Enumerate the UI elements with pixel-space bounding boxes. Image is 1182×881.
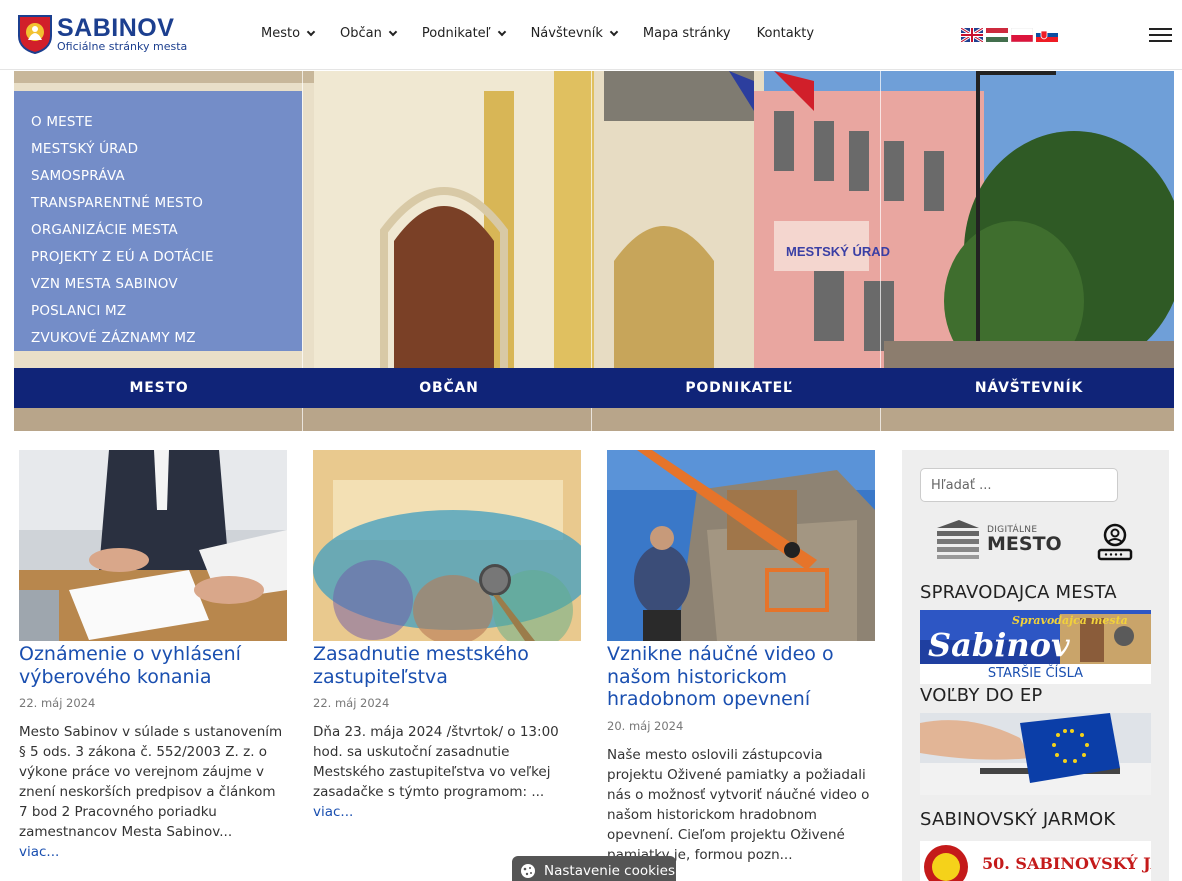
nav-item-mapa-stranky[interactable]: Mapa stránky [643, 26, 731, 41]
article-image-business[interactable] [19, 450, 287, 641]
article-date: 22. máj 2024 [313, 696, 390, 710]
newsletter-banner[interactable]: Sabinov Spravodajca mesta [920, 610, 1151, 664]
gb-flag-icon[interactable] [961, 28, 983, 42]
chevron-down-icon [609, 27, 619, 37]
article-more-link[interactable]: viac... [313, 802, 581, 822]
chevron-down-icon [497, 27, 506, 37]
hero-category-bar: MESTO OBČAN PODNIKATEĽ NÁVŠTEVNÍK [14, 368, 1174, 408]
nav-label: Mesto [261, 26, 301, 41]
nav-item-navstevnik[interactable]: Návštevník [530, 26, 619, 41]
hero-side-menu: O MESTE MESTSKÝ ÚRAD SAMOSPRÁVA TRANSPAR… [14, 91, 302, 351]
hero-tab-obcan[interactable]: OBČAN [304, 368, 594, 408]
side-menu-item-projekty-z-eu[interactable]: PROJEKTY Z EÚ A DOTÁCIE [14, 248, 302, 275]
nav-label: Kontakty [756, 26, 815, 41]
article-excerpt: Mesto Sabinov v súlade s ustanovením § 5… [19, 724, 283, 840]
newsletter-heading: SPRAVODAJCA MESTA [920, 582, 1117, 603]
newsletter-banner-subtitle: Spravodajca mesta [1012, 614, 1128, 627]
digital-mesto-icon [937, 520, 979, 559]
main-nav: Mesto Občan Podnikateľ Návštevník Mapa s… [261, 26, 840, 41]
news-article: Vznikne náučné video o našom historickom… [607, 450, 875, 865]
hero-tab-navstevnik[interactable]: NÁVŠTEVNÍK [884, 368, 1174, 408]
elections-heading: VOĽBY DO EP [920, 685, 1043, 706]
older-issues-link[interactable]: STARŠIE ČÍSLA [920, 664, 1151, 684]
fair-banner[interactable]: 50. SABINOVSKÝ JARMOK [920, 841, 1151, 881]
article-excerpt: Naše mesto oslovili zástupcovia projektu… [607, 746, 870, 863]
nav-label: Občan [340, 26, 382, 41]
side-menu-item-transparentne-mesto[interactable]: TRANSPARENTNÉ MESTO [14, 194, 302, 221]
page: SABINOV Oficiálne stránky mesta Mesto Ob… [0, 0, 1182, 881]
hero: MESTSKÝ ÚRAD O MESTE MESTSKÝ ÚRAD SAMOSP… [14, 71, 1174, 431]
side-menu-item-mestsky-urad[interactable]: MESTSKÝ ÚRAD [14, 140, 302, 167]
nav-item-kontakty[interactable]: Kontakty [757, 26, 814, 41]
news-article: Zasadnutie mestského zastupiteľstva 22. … [313, 450, 581, 822]
side-menu-item-poslanci[interactable]: POSLANCI MZ [14, 302, 302, 329]
site-logo[interactable]: SABINOV Oficiálne stránky mesta [17, 14, 187, 54]
article-image-microphone[interactable] [313, 450, 581, 641]
nav-item-obcan[interactable]: Občan [340, 26, 398, 41]
nav-label: Návštevník [530, 26, 603, 41]
cookie-settings-label: Nastavenie cookies [544, 863, 676, 879]
news-article: Oznámenie o vyhlásení výberového konania… [19, 450, 287, 862]
article-image-fortification[interactable] [607, 450, 875, 641]
article-title[interactable]: Oznámenie o vyhlásení výberového konania [19, 643, 287, 688]
article-excerpt: Dňa 23. mája 2024 /štvrtok/ o 13:00 hod.… [313, 724, 559, 800]
header: SABINOV Oficiálne stránky mesta Mesto Ob… [0, 0, 1182, 70]
digital-mesto-link[interactable]: DIGITÁLNE MESTO [935, 518, 1062, 560]
side-menu-item-organizacie-mesta[interactable]: ORGANIZÁCIE MESTA [14, 221, 302, 248]
cookie-icon [521, 864, 535, 878]
side-menu-item-vzn[interactable]: VZN MESTA SABINOV [14, 275, 302, 302]
nav-item-mesto[interactable]: Mesto [261, 26, 316, 41]
elections-banner[interactable] [920, 713, 1151, 795]
article-title[interactable]: Zasadnutie mestského zastupiteľstva [313, 643, 581, 688]
chevron-down-icon [306, 27, 316, 37]
hero-tab-mesto[interactable]: MESTO [14, 368, 304, 408]
user-login-icon[interactable] [1097, 523, 1133, 561]
newsletter-banner-title: Sabinov [928, 626, 1070, 664]
language-switcher [961, 28, 1061, 42]
side-menu-item-o-meste[interactable]: O MESTE [14, 113, 302, 140]
site-subtitle: Oficiálne stránky mesta [57, 40, 188, 53]
city-crest-icon [18, 15, 52, 54]
search-input[interactable] [920, 468, 1118, 502]
pl-flag-icon[interactable] [1011, 28, 1033, 42]
fair-banner-text: 50. SABINOVSKÝ JARMOK [982, 853, 1151, 873]
hu-flag-icon[interactable] [986, 28, 1008, 42]
chevron-down-icon [388, 27, 398, 37]
nav-label: Mapa stránky [642, 26, 731, 41]
fair-heading: SABINOVSKÝ JARMOK [920, 809, 1116, 830]
hamburger-menu-icon[interactable] [1149, 28, 1172, 43]
site-title: SABINOV [57, 14, 175, 42]
side-menu-item-samosprava[interactable]: SAMOSPRÁVA [14, 167, 302, 194]
article-date: 22. máj 2024 [19, 696, 96, 710]
building-sign: MESTSKÝ ÚRAD [786, 244, 890, 259]
article-more-link[interactable]: viac... [19, 842, 287, 862]
side-menu-item-zvukove-zaznamy[interactable]: ZVUKOVÉ ZÁZNAMY MZ [14, 329, 302, 356]
sidebar: DIGITÁLNE MESTO SPRAVODAJCA MESTA Sabino… [902, 450, 1169, 881]
article-title[interactable]: Vznikne náučné video o našom historickom… [607, 643, 875, 711]
digital-label-big: MESTO [987, 532, 1062, 555]
cookie-settings-button[interactable]: Nastavenie cookies [512, 856, 676, 881]
article-date: 20. máj 2024 [607, 718, 684, 733]
nav-item-podnikatel[interactable]: Podnikateľ [421, 26, 506, 41]
hero-tab-podnikatel[interactable]: PODNIKATEĽ [594, 368, 884, 408]
nav-label: Podnikateľ [421, 26, 491, 41]
sk-flag-icon[interactable] [1036, 28, 1058, 42]
